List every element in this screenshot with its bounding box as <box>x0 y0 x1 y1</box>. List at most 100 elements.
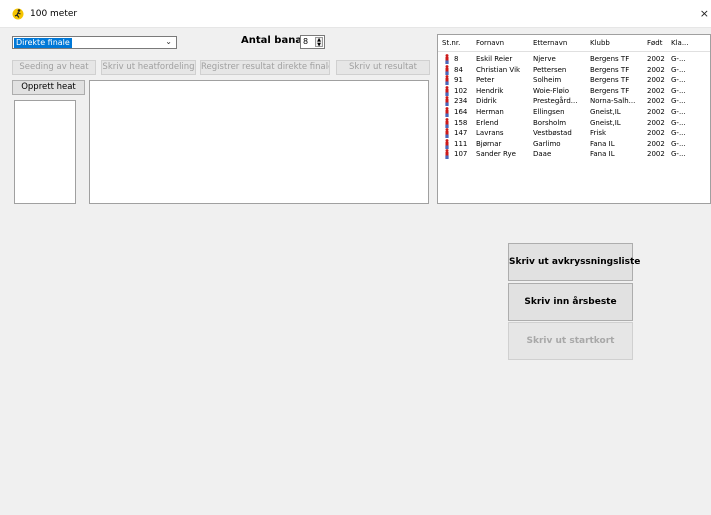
print-heats-button[interactable]: Skriv ut heatfordeling <box>101 60 196 75</box>
cell-club: Norna-Salh... <box>590 97 636 106</box>
cell-club: Gneist,IL <box>590 118 621 127</box>
cell-firstname: Sander Rye <box>476 150 516 159</box>
cell-lastname: Pettersen <box>533 65 567 74</box>
cell-lastname: Woie-Fløio <box>533 86 570 95</box>
participant-row[interactable]: 111 Bjørnar Garlimo Fana IL 2002 G-... <box>438 138 710 149</box>
column-header-born[interactable]: Født <box>647 39 663 47</box>
cell-born: 2002 <box>647 139 665 148</box>
participant-row[interactable]: 91 Peter Solheim Bergens TF 2002 G-... <box>438 75 710 86</box>
cell-born: 2002 <box>647 150 665 159</box>
column-header-startnr[interactable]: St.nr. <box>442 39 460 47</box>
event-type-selected: Direkte finale <box>14 38 72 48</box>
cell-class: G-... <box>671 86 686 95</box>
runner-icon <box>445 75 449 86</box>
cell-lastname: Borsholm <box>533 118 567 127</box>
cell-club: Gneist,IL <box>590 108 621 116</box>
participant-row[interactable]: 234 Didrik Prestegård... Norna-Salh... 2002 G… <box>438 96 710 107</box>
cell-lastname: Njerve <box>533 55 556 63</box>
cell-club: Bergens TF <box>590 65 630 74</box>
heat-list[interactable] <box>14 100 76 204</box>
cell-firstname: Bjørnar <box>476 139 502 148</box>
cell-club: Fana IL <box>590 150 615 159</box>
create-heat-button[interactable]: Opprett heat <box>12 80 85 95</box>
cell-born: 2002 <box>647 97 665 106</box>
cell-lastname: Solheim <box>533 76 562 85</box>
cell-firstname: Erlend <box>476 118 499 127</box>
enter-season-best-button[interactable]: Skriv inn årsbeste <box>508 283 633 321</box>
cell-club: Bergens TF <box>590 76 630 85</box>
cell-startnr: 234 <box>454 97 468 106</box>
cell-club: Frisk <box>590 129 607 138</box>
print-results-button[interactable]: Skriv ut resultat <box>336 60 430 75</box>
register-results-button[interactable]: Registrer resultat direkte finale <box>200 60 330 75</box>
cell-born: 2002 <box>647 76 665 85</box>
cell-firstname: Peter <box>476 76 495 85</box>
cell-born: 2002 <box>647 55 665 63</box>
cell-class: G-... <box>671 129 686 138</box>
cell-class: G-... <box>671 65 686 74</box>
chevron-down-icon[interactable]: ⌄ <box>165 37 172 46</box>
participant-row[interactable]: 164 Herman Ellingsen Gneist,IL 2002 G-... <box>438 107 710 117</box>
cell-born: 2002 <box>647 118 665 127</box>
cell-startnr: 102 <box>454 86 468 95</box>
cell-firstname: Didrik <box>476 97 497 106</box>
participant-row[interactable]: 8 Eskil Reier Njerve Bergens TF 2002 G-... <box>438 54 710 64</box>
cell-firstname: Lavrans <box>476 129 504 138</box>
lanes-spinner[interactable]: 8 ▲ ▼ <box>300 35 325 49</box>
cell-startnr: 111 <box>454 139 468 148</box>
title-bar: 100 meter × <box>0 0 711 28</box>
participant-row[interactable]: 147 Lavrans Vestbøstad Frisk 2002 G-... <box>438 128 710 139</box>
cell-class: G-... <box>671 150 686 159</box>
cell-club: Fana IL <box>590 139 615 148</box>
cell-firstname: Hendrik <box>476 86 504 95</box>
cell-lastname: Prestegård... <box>533 97 578 106</box>
runner-icon <box>445 85 449 96</box>
cell-born: 2002 <box>647 129 665 138</box>
cell-startnr: 91 <box>454 76 463 85</box>
heat-contents-panel[interactable] <box>89 80 429 204</box>
seeding-button[interactable]: Seeding av heat <box>12 60 96 75</box>
print-checklist-button[interactable]: Skriv ut avkryssningsliste <box>508 243 640 281</box>
runner-icon <box>445 96 449 107</box>
cell-born: 2002 <box>647 65 665 74</box>
participant-row[interactable]: 102 Hendrik Woie-Fløio Bergens TF 2002 G-... <box>438 85 710 96</box>
cell-startnr: 158 <box>454 118 468 127</box>
participant-row[interactable]: 84 Christian Vik Pettersen Bergens TF 2002 G-… <box>438 64 710 75</box>
cell-born: 2002 <box>647 108 665 116</box>
spinner-arrows-icon[interactable]: ▲ ▼ <box>315 37 323 48</box>
cell-class: G-... <box>671 118 686 127</box>
runner-icon <box>445 117 449 128</box>
print-start-cards-button[interactable]: Skriv ut startkort <box>508 322 633 360</box>
cell-class: G-... <box>671 139 686 148</box>
runner-icon <box>445 128 449 139</box>
cell-lastname: Vestbøstad <box>533 129 572 138</box>
runner-icon <box>445 54 449 64</box>
cell-club: Bergens TF <box>590 86 630 95</box>
participants-list[interactable]: St.nr. Fornavn Etternavn Klubb Født Kla.… <box>437 34 711 204</box>
participant-row[interactable]: 107 Sander Rye Daae Fana IL 2002 G-... <box>438 149 710 160</box>
participant-row[interactable]: 158 Erlend Borsholm Gneist,IL 2002 G-... <box>438 117 710 128</box>
cell-born: 2002 <box>647 86 665 95</box>
event-type-select[interactable]: Direkte finale ⌄ <box>12 36 177 49</box>
cell-lastname: Daae <box>533 150 552 159</box>
column-header-class[interactable]: Kla... <box>671 39 689 47</box>
cell-lastname: Ellingsen <box>533 108 565 116</box>
cell-startnr: 84 <box>454 65 463 74</box>
runner-app-icon <box>12 8 24 20</box>
runner-icon <box>445 138 449 149</box>
cell-class: G-... <box>671 108 686 116</box>
column-header-lastname[interactable]: Etternavn <box>533 39 567 47</box>
column-header-firstname[interactable]: Fornavn <box>476 39 504 47</box>
close-icon[interactable]: × <box>700 7 709 20</box>
cell-class: G-... <box>671 76 686 85</box>
cell-firstname: Herman <box>476 108 504 116</box>
cell-startnr: 107 <box>454 150 468 159</box>
runner-icon <box>445 149 449 160</box>
runner-icon <box>445 107 449 117</box>
runner-icon <box>445 64 449 75</box>
column-header-club[interactable]: Klubb <box>590 39 610 47</box>
cell-firstname: Eskil Reier <box>476 55 513 63</box>
cell-class: G-... <box>671 97 686 106</box>
window-title: 100 meter <box>30 9 78 19</box>
cell-club: Bergens TF <box>590 55 630 63</box>
